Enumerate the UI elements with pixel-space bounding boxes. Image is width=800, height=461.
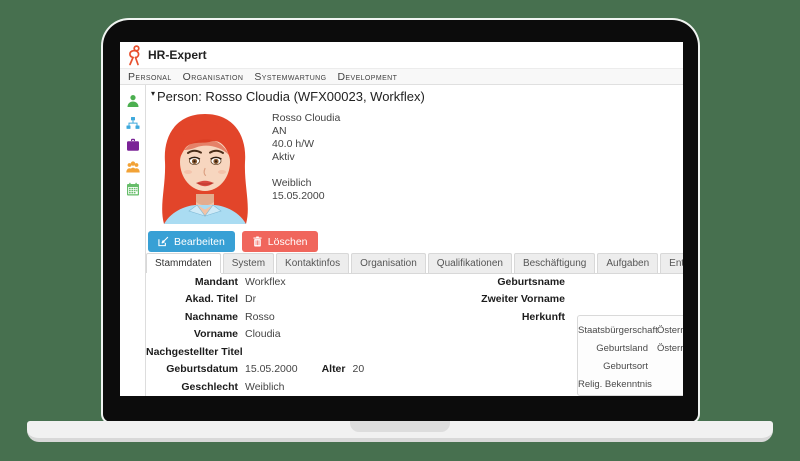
field-label: Nachname: [146, 311, 238, 323]
trash-icon: [252, 236, 263, 247]
sidebar: [120, 85, 146, 396]
field-value: Weiblich: [245, 381, 285, 393]
field-label: Geburtsort: [578, 361, 648, 372]
field-relig-bekenntnis: Relig. Bekenntnis: [578, 375, 683, 393]
edit-button[interactable]: Bearbeiten: [148, 231, 235, 252]
field-label: Geburtsland: [578, 343, 648, 354]
menu-item-development[interactable]: Development: [337, 71, 397, 83]
hr-expert-logo-icon: [125, 45, 142, 66]
tab-beschaeftigung[interactable]: Beschäftigung: [514, 253, 595, 273]
field-geburtsname: Geburtsname: [446, 273, 565, 291]
field-value: Österreich: [657, 343, 683, 354]
field-label: Zweiter Vorname: [446, 293, 565, 305]
field-value: 15.05.2000: [245, 363, 298, 375]
page-title: ▾Person: Rosso Cloudia (WFX00023, Workfl…: [151, 89, 425, 104]
field-label: Nachgestellter Titel: [146, 346, 238, 358]
main-content: ▾Person: Rosso Cloudia (WFX00023, Workfl…: [146, 85, 683, 396]
app-body: ▾Person: Rosso Cloudia (WFX00023, Workfl…: [120, 85, 683, 396]
menu-item-personal[interactable]: Personal: [128, 71, 172, 83]
laptop-notch: [350, 421, 450, 432]
field-value: Workflex: [245, 276, 286, 288]
laptop-screen-bezel: HR-Expert Personal Organisation Systemwa…: [103, 20, 698, 422]
stammdaten-form: Mandant Workflex Akad. Titel Dr Nachname…: [146, 273, 683, 396]
action-row: Bearbeiten Löschen: [148, 231, 318, 252]
field-label: Relig. Bekenntnis: [578, 379, 648, 390]
person-icon[interactable]: [126, 94, 140, 108]
collapse-caret-icon[interactable]: ▾: [151, 89, 155, 98]
field-label-alter: Alter: [322, 363, 346, 375]
tab-aufgaben[interactable]: Aufgaben: [597, 253, 658, 273]
field-geburtsort: Geburtsort: [578, 357, 683, 375]
tab-kontaktinfos[interactable]: Kontaktinfos: [276, 253, 349, 273]
field-mandant: Mandant Workflex: [146, 273, 683, 291]
tab-qualifikationen[interactable]: Qualifikationen: [428, 253, 512, 273]
delete-button[interactable]: Löschen: [242, 231, 318, 252]
calendar-icon[interactable]: [126, 182, 140, 196]
summary-name: Rosso Cloudia: [272, 112, 340, 125]
field-label: Mandant: [146, 276, 238, 288]
tab-entwicklung[interactable]: Entwicklung: [660, 253, 683, 273]
field-label: Vorname: [146, 328, 238, 340]
form-right-column: Geburtsname Zweiter Vorname Herkunft: [446, 273, 565, 326]
brand-name: HR-Expert: [148, 48, 207, 62]
field-zweiter-vorname: Zweiter Vorname: [446, 291, 565, 309]
edit-pencil-icon: [158, 236, 169, 247]
field-value: Österreich: [657, 325, 683, 336]
tab-system[interactable]: System: [223, 253, 274, 273]
laptop-base: [27, 421, 773, 442]
avatar: [150, 110, 260, 225]
app-header: HR-Expert: [120, 42, 683, 68]
menu-item-systemwartung[interactable]: Systemwartung: [254, 71, 326, 83]
person-summary: Rosso Cloudia AN 40.0 h/W Aktiv Weiblich…: [272, 112, 340, 203]
summary-employee-type: AN: [272, 125, 340, 138]
page-title-text: Person: Rosso Cloudia (WFX00023, Workfle…: [157, 89, 425, 104]
menu-item-organisation[interactable]: Organisation: [183, 71, 244, 83]
field-label: Herkunft: [446, 311, 565, 323]
field-herkunft: Herkunft: [446, 308, 565, 326]
summary-gender: Weiblich: [272, 177, 340, 190]
field-geburtsland: Geburtsland Österreich: [578, 339, 683, 357]
summary-birthdate: 15.05.2000: [272, 190, 340, 203]
field-akad-titel: Akad. Titel Dr: [146, 291, 683, 309]
field-label: Geburtsname: [446, 276, 565, 288]
app-window: HR-Expert Personal Organisation Systemwa…: [120, 42, 683, 396]
field-label: Geschlecht: [146, 381, 238, 393]
herkunft-panel: Staatsbürgerschaft Österreich Geburtslan…: [577, 315, 683, 396]
field-value: Cloudia: [245, 328, 281, 340]
summary-status: Aktiv: [272, 151, 340, 164]
tab-stammdaten[interactable]: Stammdaten: [146, 253, 221, 273]
tab-organisation[interactable]: Organisation: [351, 253, 426, 273]
field-value: Rosso: [245, 311, 275, 323]
orgchart-icon[interactable]: [126, 116, 140, 130]
menu-bar: Personal Organisation Systemwartung Deve…: [120, 68, 683, 85]
field-value-alter: 20: [353, 363, 365, 375]
tab-bar: Stammdaten System Kontaktinfos Organisat…: [146, 253, 683, 274]
summary-hours: 40.0 h/W: [272, 138, 340, 151]
field-value: Dr: [245, 293, 256, 305]
field-label: Geburtsdatum: [146, 363, 238, 375]
field-staatsbuergerschaft: Staatsbürgerschaft Österreich: [578, 321, 683, 339]
field-label: Staatsbürgerschaft: [578, 325, 648, 336]
group-icon[interactable]: [126, 160, 140, 174]
briefcase-icon[interactable]: [126, 138, 140, 152]
field-label: Akad. Titel: [146, 293, 238, 305]
page-background: { "window": { "brand": "HR-Expert" }, "m…: [0, 0, 800, 461]
